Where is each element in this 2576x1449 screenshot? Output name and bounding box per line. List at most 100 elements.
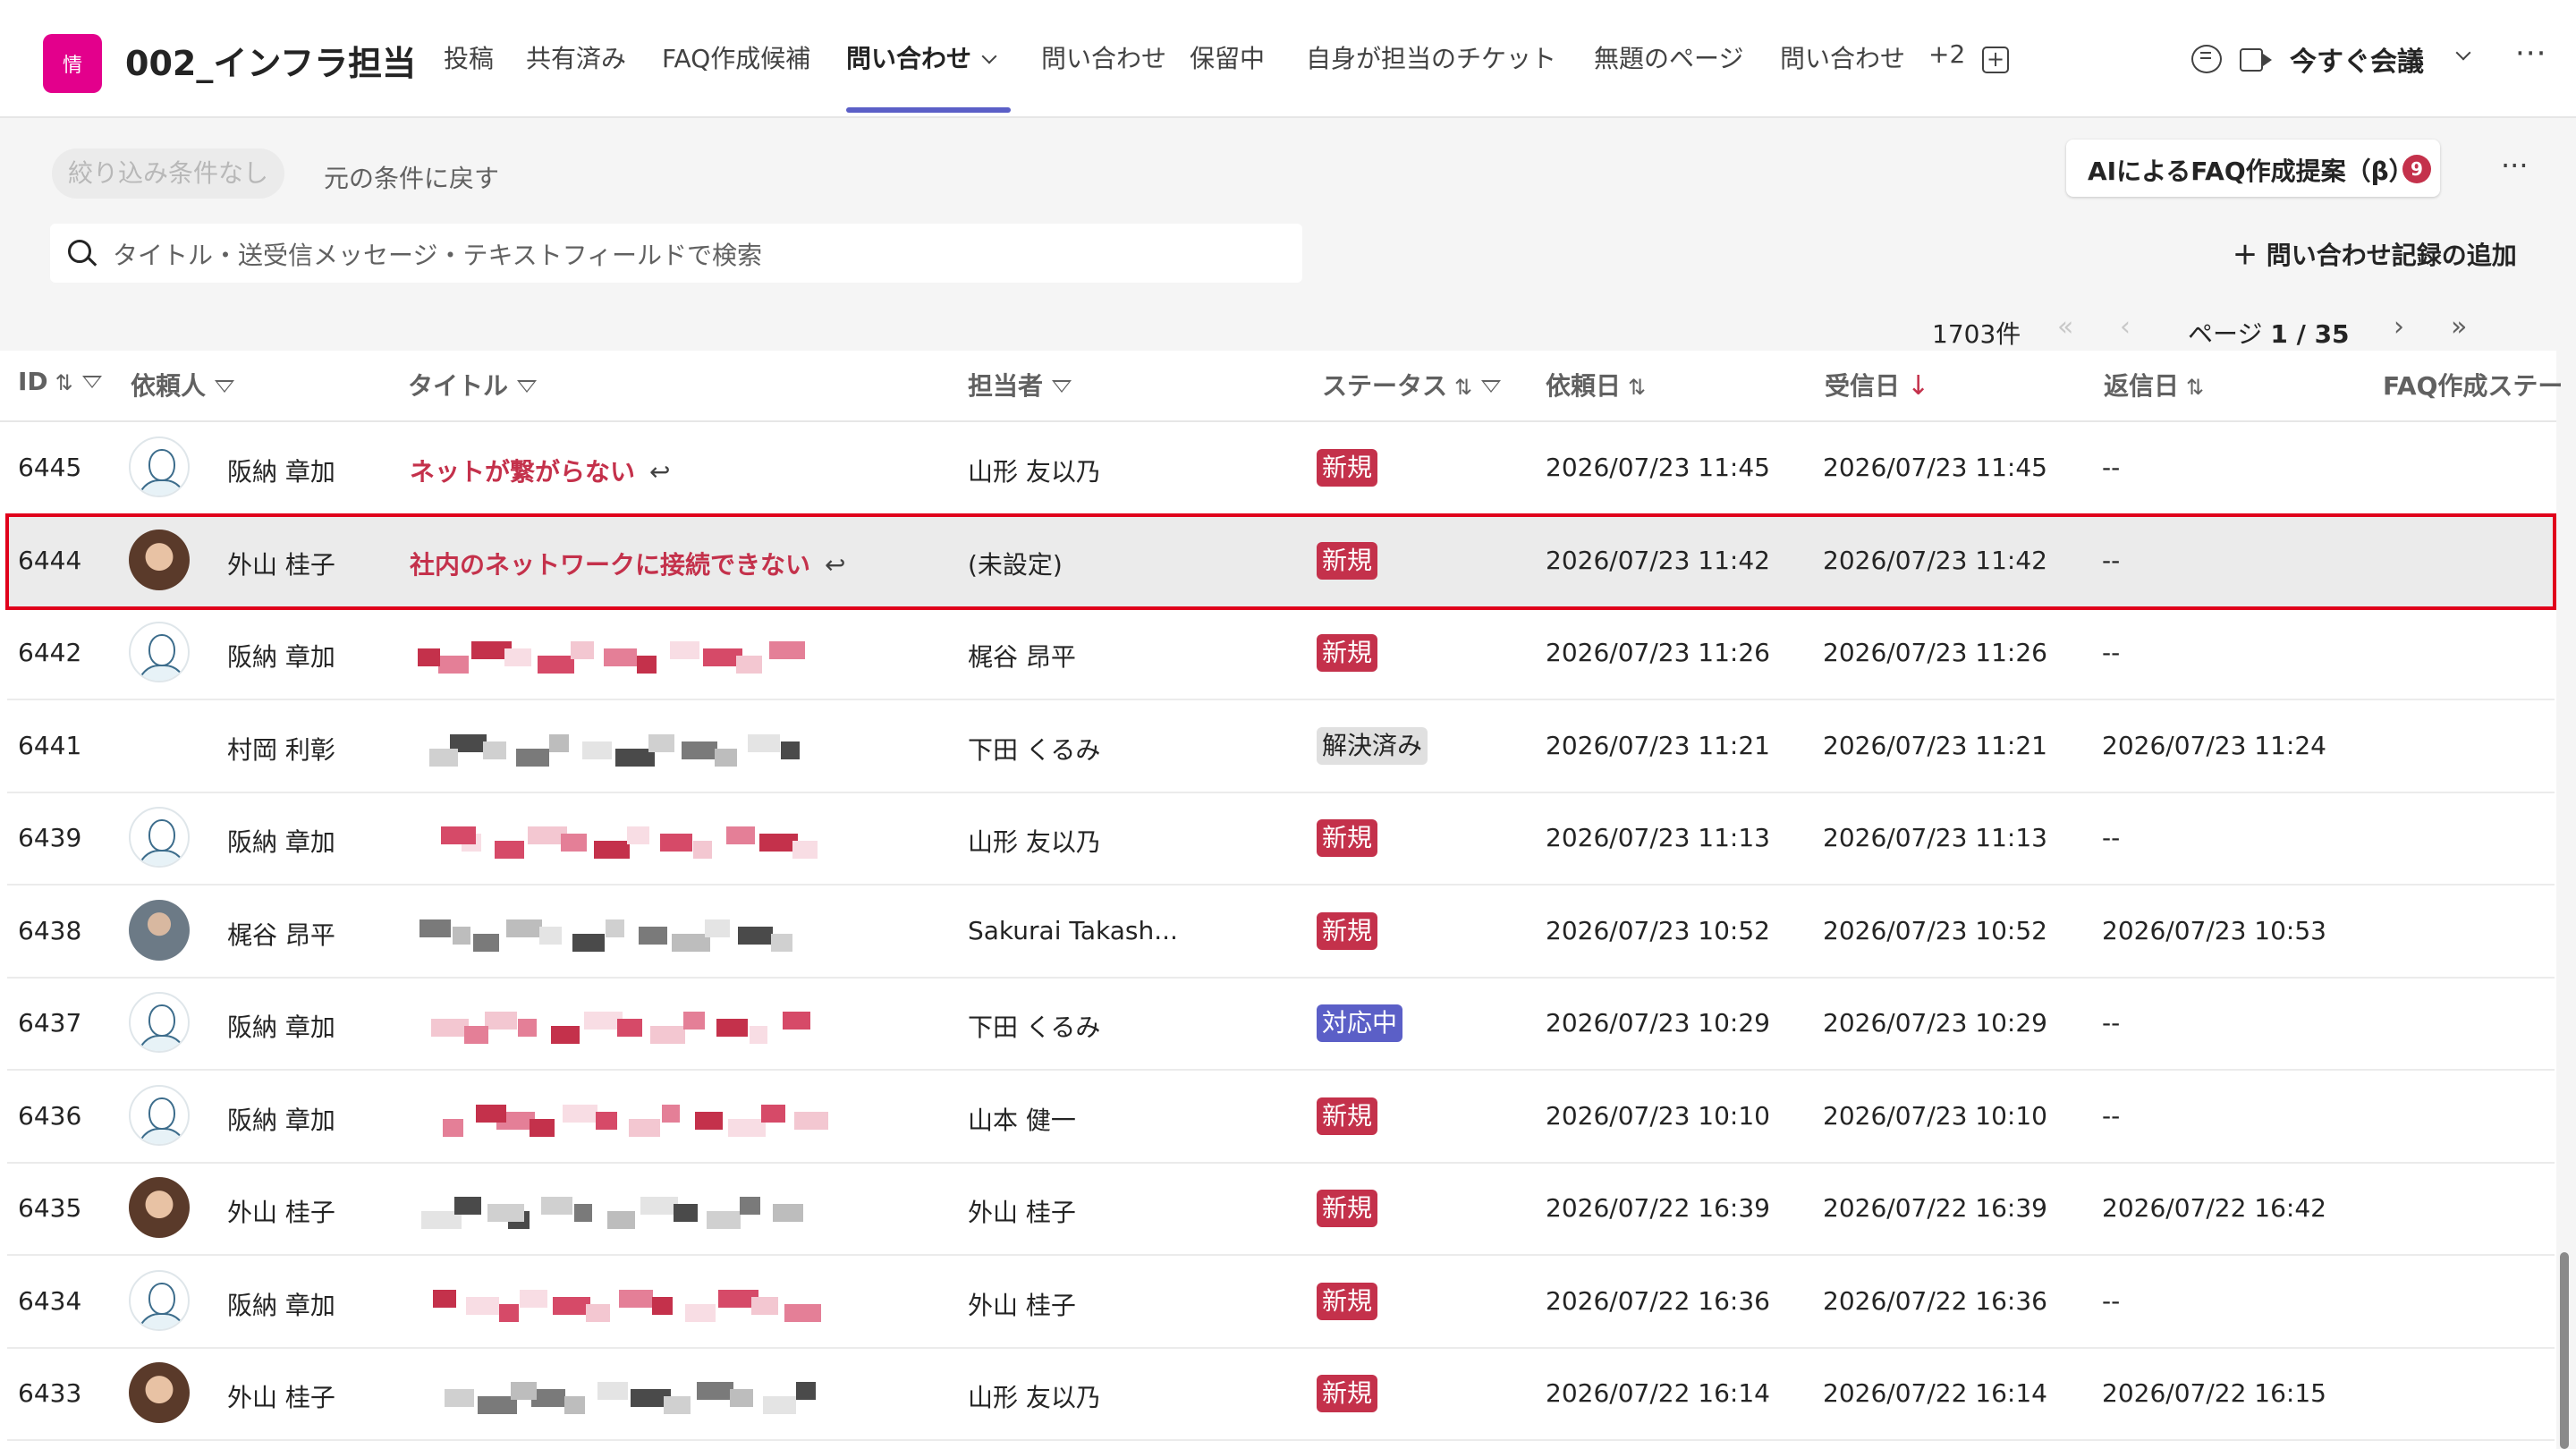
avatar[interactable]: [129, 1084, 190, 1146]
tab-on-hold[interactable]: 保留中: [1190, 39, 1265, 75]
avatar[interactable]: [129, 622, 190, 682]
video-camera-icon[interactable]: [2240, 48, 2263, 72]
filter-icon[interactable]: [1481, 380, 1502, 393]
avatar[interactable]: [129, 807, 190, 868]
prev-page-icon[interactable]: ‹: [2120, 311, 2131, 343]
cell-requester[interactable]: 村岡 利彰: [227, 731, 335, 767]
cell-assignee[interactable]: (未設定): [968, 546, 1063, 581]
column-id[interactable]: ID ⇅: [18, 367, 102, 396]
cell-requester[interactable]: 阪納 章加: [227, 1101, 335, 1137]
next-page-icon[interactable]: ›: [2394, 311, 2404, 343]
last-page-icon[interactable]: »: [2451, 311, 2467, 343]
tab-inquiries-3[interactable]: 問い合わせ: [1780, 39, 1905, 75]
column-request-date[interactable]: 依頼日 ⇅: [1546, 367, 1646, 402]
cell-assignee[interactable]: 梶谷 昂平: [968, 638, 1076, 674]
sort-icon[interactable]: ⇅: [1454, 375, 1472, 400]
avatar[interactable]: [129, 436, 190, 497]
cell-assignee[interactable]: 外山 桂子: [968, 1286, 1076, 1322]
table-row[interactable]: 6441 村岡 利彰 下田 くるみ 解決済み 2026/07/23 11:21 2026/…: [7, 700, 2555, 793]
tab-faq-candidates[interactable]: FAQ作成候補: [662, 39, 810, 75]
cell-requester[interactable]: 梶谷 昂平: [227, 916, 335, 952]
redacted-block: [504, 648, 531, 666]
avatar[interactable]: [129, 992, 190, 1053]
cell-requester[interactable]: 阪納 章加: [227, 1286, 335, 1322]
table-row[interactable]: 6435 外山 桂子 外山 桂子 新規 2026/07/22 16:39 2026/07/…: [7, 1163, 2555, 1256]
column-requester[interactable]: 依頼人: [131, 367, 235, 402]
chevron-down-icon[interactable]: [981, 48, 997, 64]
avatar[interactable]: [129, 1269, 190, 1331]
cell-assignee[interactable]: 下田 くるみ: [968, 731, 1100, 767]
column-status[interactable]: ステータス ⇅: [1322, 367, 1502, 402]
cell-title[interactable]: 社内のネットワークに接続できない ↩: [410, 546, 845, 581]
filter-icon[interactable]: [81, 376, 102, 388]
column-faq-status[interactable]: FAQ作成ステー: [2383, 367, 2563, 402]
cell-assignee[interactable]: 山形 友以乃: [968, 453, 1101, 488]
table-row[interactable]: 6433 外山 桂子 山形 友以乃 新規 2026/07/22 16:14 2026/07…: [7, 1348, 2555, 1441]
table-row[interactable]: 6434 阪納 章加 外山 桂子 新規 2026/07/22 16:36 2026/07/…: [7, 1256, 2555, 1349]
avatar[interactable]: [129, 1362, 190, 1423]
cell-assignee[interactable]: 山形 友以乃: [968, 1378, 1101, 1414]
cell-title[interactable]: ネットが繋がらない ↩: [410, 453, 670, 488]
more-options-icon[interactable]: ···: [2501, 148, 2529, 182]
scrollbar-thumb[interactable]: [2560, 1252, 2569, 1449]
cell-id: 6433: [18, 1378, 82, 1408]
table-row[interactable]: 6436 阪納 章加 山本 健一 新規 2026/07/23 10:10 2026/07/…: [7, 1071, 2555, 1164]
cell-assignee[interactable]: 山本 健一: [968, 1101, 1076, 1137]
cell-requester[interactable]: 阪納 章加: [227, 823, 335, 859]
redacted-block: [553, 1296, 590, 1315]
column-received-date[interactable]: 受信日 ↓: [1825, 367, 1929, 402]
sort-icon[interactable]: ⇅: [55, 370, 73, 395]
cell-assignee[interactable]: 山形 友以乃: [968, 823, 1101, 859]
cell-assignee[interactable]: 下田 くるみ: [968, 1008, 1100, 1044]
cell-requester[interactable]: 外山 桂子: [227, 1193, 335, 1229]
filter-icon[interactable]: [215, 380, 235, 393]
tab-untitled-page[interactable]: 無題のページ: [1594, 39, 1743, 75]
redacted-block: [792, 841, 818, 859]
cell-requester[interactable]: 阪納 章加: [227, 1008, 335, 1044]
cell-requester[interactable]: 阪納 章加: [227, 638, 335, 674]
tab-overflow[interactable]: +2: [1928, 39, 1965, 69]
cell-assignee[interactable]: 外山 桂子: [968, 1193, 1076, 1229]
tab-inquiries-2[interactable]: 問い合わせ: [1041, 39, 1166, 75]
tab-posts[interactable]: 投稿: [444, 39, 494, 75]
search-input[interactable]: タイトル・送受信メッセージ・テキストフィールドで検索: [50, 224, 1302, 283]
cell-assignee[interactable]: Sakurai Takash...: [968, 916, 1178, 945]
team-avatar[interactable]: 情: [43, 34, 102, 93]
first-page-icon[interactable]: «: [2057, 311, 2073, 343]
add-inquiry-record-button[interactable]: ＋ 問い合わせ記録の追加: [2233, 236, 2517, 272]
filter-icon[interactable]: [1052, 380, 1072, 393]
filter-none-chip[interactable]: 絞り込み条件なし: [52, 148, 285, 199]
table-row[interactable]: 6438 梶谷 昂平 Sakurai Takash... 新規 2026/07/23 1…: [7, 886, 2555, 979]
cell-requester[interactable]: 外山 桂子: [227, 1378, 335, 1414]
column-assignee[interactable]: 担当者: [968, 367, 1072, 402]
tab-inquiries-active[interactable]: 問い合わせ: [846, 39, 997, 75]
sort-desc-icon[interactable]: ↓: [1907, 370, 1929, 402]
filter-icon[interactable]: [517, 380, 538, 393]
column-reply-date[interactable]: 返信日 ⇅: [2104, 367, 2204, 402]
sort-icon[interactable]: ⇅: [2186, 375, 2204, 400]
cell-requester[interactable]: 阪納 章加: [227, 453, 335, 488]
reset-filters-button[interactable]: 元の条件に戻す: [324, 159, 499, 195]
more-options-icon[interactable]: ···: [2515, 36, 2546, 72]
avatar[interactable]: [129, 1177, 190, 1238]
redacted-block: [796, 1382, 816, 1400]
meet-dropdown[interactable]: [2445, 45, 2471, 67]
meet-now-button[interactable]: 今すぐ会議: [2290, 39, 2424, 79]
table-row[interactable]: 6442 阪納 章加 梶谷 昂平 新規 2026/07/23 11:26 2026/07/…: [7, 607, 2555, 700]
avatar[interactable]: [129, 899, 190, 961]
redacted-block: [652, 1296, 673, 1315]
cell-requester[interactable]: 外山 桂子: [227, 546, 335, 581]
table-row[interactable]: 6445 阪納 章加 ネットが繋がらない ↩ 山形 友以乃 新規 2026/07/23 11…: [7, 422, 2555, 515]
sort-icon[interactable]: ⇅: [1628, 375, 1646, 400]
tab-my-tickets[interactable]: 自身が担当のチケット: [1306, 39, 1556, 75]
table-row[interactable]: 6437 阪納 章加 下田 くるみ 対応中 2026/07/23 10:29 2026/0…: [7, 978, 2555, 1071]
table-row[interactable]: 6439 阪納 章加 山形 友以乃 新規 2026/07/23 11:13 2026/07…: [7, 792, 2555, 886]
avatar[interactable]: [129, 529, 190, 590]
tab-shared[interactable]: 共有済み: [526, 39, 626, 75]
chat-icon[interactable]: [2191, 45, 2222, 73]
redacted-block: [606, 919, 624, 937]
table-row-selected[interactable]: 6444 外山 桂子 社内のネットワークに接続できない ↩ (未設定) 新規 2026/07…: [5, 513, 2556, 610]
ai-faq-suggestion-button[interactable]: AIによるFAQ作成提案（β） 9: [2066, 140, 2440, 197]
add-tab-icon[interactable]: +: [1982, 47, 2009, 73]
column-title[interactable]: タイトル: [408, 367, 538, 402]
